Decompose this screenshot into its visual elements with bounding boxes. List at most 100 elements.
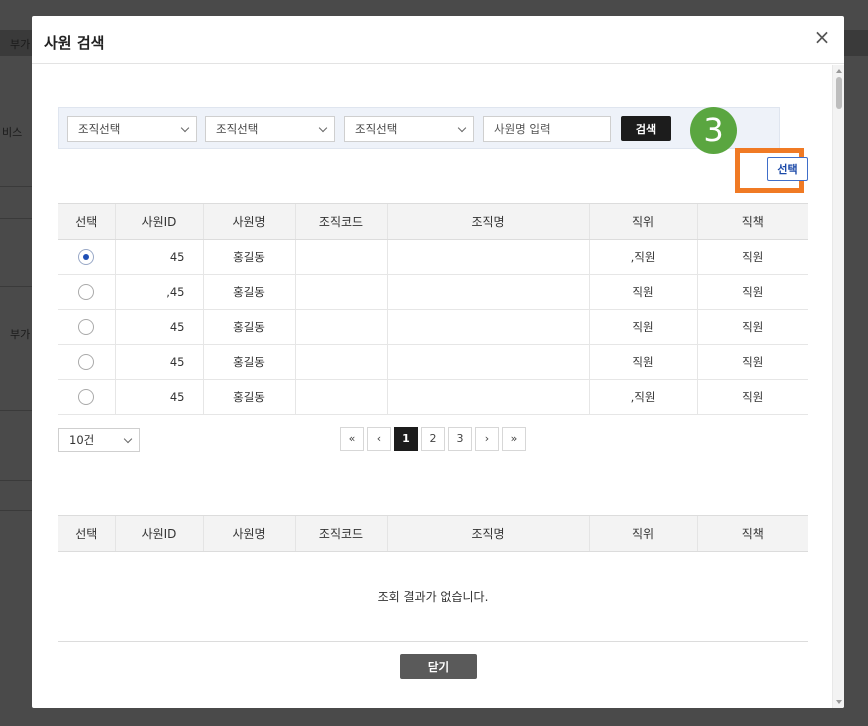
vertical-scrollbar[interactable]: [832, 65, 844, 708]
chevron-down-icon: [318, 123, 328, 133]
close-button[interactable]: 닫기: [400, 654, 477, 679]
empty-row: 조회 결과가 없습니다.: [58, 551, 808, 642]
org-name: [386, 309, 589, 345]
employee-id: 45: [114, 239, 203, 275]
modal-header: 사원 검색 ×: [32, 16, 844, 64]
org-name: [386, 274, 589, 310]
first-page-button[interactable]: «: [340, 427, 364, 451]
org-name: [386, 379, 589, 415]
chevron-down-icon: [457, 123, 467, 133]
employee-name: 홍길동: [202, 379, 295, 415]
position: 직원: [588, 274, 697, 310]
chevron-down-icon: [180, 123, 190, 133]
column-header: 직책: [696, 203, 808, 240]
employee-name: 홍길동: [202, 309, 295, 345]
radio-button[interactable]: [78, 284, 95, 300]
table-row[interactable]: 45 홍길동 직원 직원: [58, 309, 808, 345]
employee-name: 홍길동: [202, 274, 295, 310]
page-button-3[interactable]: 3: [448, 427, 472, 451]
column-header: 사원명: [202, 203, 295, 240]
scroll-thumb[interactable]: [836, 77, 842, 109]
next-page-button[interactable]: ›: [475, 427, 499, 451]
org-select-2-value: 조직선택: [216, 122, 259, 136]
column-header: 사원ID: [114, 203, 203, 240]
org-code: [294, 379, 387, 415]
duty: 직원: [696, 274, 808, 310]
position: 직원: [588, 344, 697, 380]
position: 직원: [588, 309, 697, 345]
background-divider: [0, 218, 32, 219]
background-divider: [0, 510, 32, 511]
employee-name: 홍길동: [202, 239, 295, 275]
employee-name: 홍길동: [202, 344, 295, 380]
table-row[interactable]: 45 홍길동 ,직원 직원: [58, 239, 808, 275]
row-select-cell: [58, 379, 115, 415]
org-select-2[interactable]: 조직선택: [205, 116, 335, 142]
radio-button[interactable]: [78, 354, 95, 370]
background-text: 부가: [10, 38, 31, 51]
column-header: 선택: [58, 515, 115, 552]
table-row[interactable]: 45 홍길동 ,직원 직원: [58, 379, 808, 415]
duty: 직원: [696, 309, 808, 345]
column-header: 사원명: [202, 515, 295, 552]
chevron-down-icon: [123, 434, 133, 444]
background-text: 비스: [2, 126, 23, 139]
column-header: 조직명: [386, 515, 589, 552]
table-header-row: 선택 사원ID 사원명 조직코드 조직명 직위 직책: [58, 515, 808, 552]
page-size-select[interactable]: 10건: [58, 428, 140, 452]
org-code: [294, 309, 387, 345]
org-name: [386, 239, 589, 275]
position: ,직원: [588, 239, 697, 275]
table-row[interactable]: 45 홍길동 직원 직원: [58, 344, 808, 380]
page-size-value: 10건: [69, 433, 95, 447]
radio-button[interactable]: [78, 319, 95, 335]
column-header: 조직코드: [294, 515, 387, 552]
org-select-1-value: 조직선택: [78, 122, 121, 136]
table-row[interactable]: ,45 홍길동 직원 직원: [58, 274, 808, 310]
employee-id: 45: [114, 309, 203, 345]
search-filter-bar: 조직선택 조직선택 조직선택 검색: [58, 107, 780, 149]
radio-button[interactable]: [78, 389, 95, 405]
background-text: 부가: [10, 328, 31, 341]
org-code: [294, 274, 387, 310]
selected-employee-table: 선택 사원ID 사원명 조직코드 조직명 직위 직책 조회 결과가 없습니다.: [58, 515, 808, 642]
employee-search-modal: 사원 검색 × 조직선택 조직선택 조직선택 검색 3 선택: [32, 16, 844, 708]
employee-id: 45: [114, 344, 203, 380]
column-header: 직책: [696, 515, 808, 552]
org-select-3[interactable]: 조직선택: [344, 116, 474, 142]
page-button-1[interactable]: 1: [394, 427, 418, 451]
org-code: [294, 344, 387, 380]
duty: 직원: [696, 379, 808, 415]
column-header: 사원ID: [114, 515, 203, 552]
org-select-3-value: 조직선택: [355, 122, 398, 136]
select-employee-button[interactable]: 선택: [767, 157, 808, 181]
last-page-button[interactable]: »: [502, 427, 526, 451]
modal-title: 사원 검색: [44, 34, 105, 52]
row-select-cell: [58, 309, 115, 345]
step-number-badge: 3: [690, 107, 737, 154]
scroll-up-icon[interactable]: [836, 69, 842, 73]
org-code: [294, 239, 387, 275]
close-icon[interactable]: ×: [812, 27, 832, 48]
employee-id: ,45: [114, 274, 203, 310]
row-select-cell: [58, 344, 115, 380]
org-name: [386, 344, 589, 380]
radio-button[interactable]: [78, 249, 95, 265]
background-divider: [0, 286, 32, 287]
page-button-2[interactable]: 2: [421, 427, 445, 451]
column-header: 조직명: [386, 203, 589, 240]
employee-name-input[interactable]: [483, 116, 611, 142]
modal-body: 조직선택 조직선택 조직선택 검색 3 선택 선택: [32, 65, 832, 708]
org-select-1[interactable]: 조직선택: [67, 116, 197, 142]
scroll-down-icon[interactable]: [836, 700, 842, 704]
search-button[interactable]: 검색: [621, 116, 671, 141]
prev-page-button[interactable]: ‹: [367, 427, 391, 451]
employee-table: 선택 사원ID 사원명 조직코드 조직명 직위 직책 45 홍길동 ,직원 직원…: [58, 203, 808, 415]
background-divider: [0, 410, 32, 411]
column-header: 직위: [588, 203, 697, 240]
employee-id: 45: [114, 379, 203, 415]
background-divider: [0, 186, 32, 187]
column-header: 직위: [588, 515, 697, 552]
table-header-row: 선택 사원ID 사원명 조직코드 조직명 직위 직책: [58, 203, 808, 240]
duty: 직원: [696, 239, 808, 275]
